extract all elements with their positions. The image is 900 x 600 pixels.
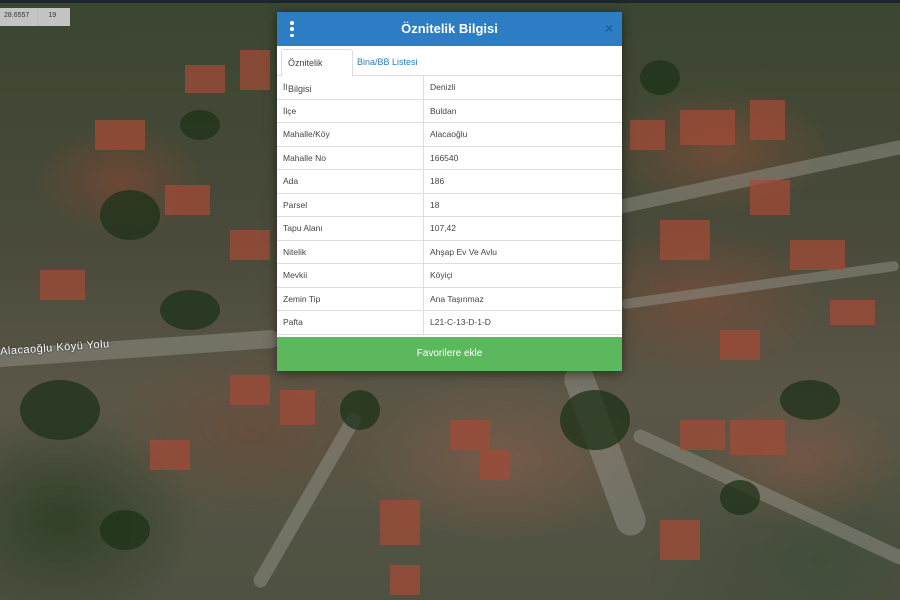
attribute-table: İl Denizli İlçe Buldan Mahalle/Köy Alacaoğl… bbox=[277, 76, 622, 335]
attribute-value: Köyiçi bbox=[423, 263, 622, 288]
map-building bbox=[790, 240, 845, 270]
add-to-favorites-button[interactable]: Favorilere ekle bbox=[277, 337, 622, 371]
map-tree bbox=[100, 190, 160, 240]
tab-building-list[interactable]: Bina/BB Listesi bbox=[351, 49, 424, 75]
map-road bbox=[560, 360, 650, 540]
map-building bbox=[240, 50, 270, 90]
map-building bbox=[390, 565, 420, 595]
map-building bbox=[230, 230, 270, 260]
map-building bbox=[630, 120, 665, 150]
table-row: Mahalle No 166540 bbox=[277, 146, 622, 170]
map-building bbox=[730, 420, 785, 455]
coordinate-readout: 28.6557 19 bbox=[0, 8, 71, 26]
map-tree bbox=[780, 380, 840, 420]
table-row: Parsel 18 bbox=[277, 193, 622, 217]
map-building bbox=[680, 420, 725, 450]
map-building bbox=[280, 390, 315, 425]
attribute-info-dialog: Öznitelik Bilgisi × Öznitelik Bilgisi Bi… bbox=[277, 12, 622, 371]
map-building bbox=[150, 440, 190, 470]
map-tree bbox=[340, 390, 380, 430]
attribute-value: 18 bbox=[423, 193, 622, 217]
map-tree bbox=[560, 390, 630, 450]
top-bar bbox=[0, 0, 900, 3]
attribute-key: İlçe bbox=[277, 99, 424, 123]
attribute-key: Mahalle/Köy bbox=[277, 122, 424, 147]
map-building bbox=[830, 300, 875, 325]
map-building bbox=[165, 185, 210, 215]
map-tree bbox=[20, 380, 100, 440]
map-road bbox=[250, 409, 364, 591]
map-building bbox=[660, 520, 700, 560]
map-building bbox=[750, 100, 785, 140]
attribute-value: Denizli bbox=[423, 76, 622, 100]
attribute-value: Ana Taşınmaz bbox=[423, 287, 622, 311]
table-row: Nitelik Ahşap Ev Ve Avlu bbox=[277, 240, 622, 264]
dialog-tabs: Öznitelik Bilgisi Bina/BB Listesi bbox=[277, 46, 622, 94]
attribute-value: 186 bbox=[423, 169, 622, 194]
attribute-value: L21-C-13-D-1-D bbox=[423, 310, 622, 335]
attribute-key: Parsel bbox=[277, 193, 424, 217]
map-building bbox=[230, 375, 270, 405]
map-building bbox=[680, 110, 735, 145]
attribute-value: 166540 bbox=[423, 146, 622, 170]
map-tree bbox=[180, 110, 220, 140]
map-building bbox=[750, 180, 790, 215]
attribute-key: Mahalle No bbox=[277, 146, 424, 170]
table-row: İl Denizli bbox=[277, 76, 622, 100]
map-building bbox=[40, 270, 85, 300]
table-row: Pafta L21-C-13-D-1-D bbox=[277, 310, 622, 335]
attribute-value: Ahşap Ev Ve Avlu bbox=[423, 240, 622, 264]
map-building bbox=[450, 420, 490, 450]
map-tree bbox=[100, 510, 150, 550]
table-row: Mahalle/Köy Alacaoğlu bbox=[277, 122, 622, 147]
table-row: Mevkii Köyiçi bbox=[277, 263, 622, 288]
map-building bbox=[480, 450, 510, 480]
dialog-title: Öznitelik Bilgisi bbox=[401, 21, 498, 36]
zoom-readout: 19 bbox=[48, 12, 57, 19]
attribute-key: Mevkii bbox=[277, 263, 424, 288]
attribute-key: Nitelik bbox=[277, 240, 424, 264]
attribute-value: 107,42 bbox=[423, 216, 622, 241]
attribute-key: Tapu Alanı bbox=[277, 216, 424, 241]
map-building bbox=[185, 65, 225, 93]
attribute-value: Alacaoğlu bbox=[423, 122, 622, 147]
table-row: Ada 186 bbox=[277, 169, 622, 194]
map-tree bbox=[160, 290, 220, 330]
map-tree bbox=[720, 480, 760, 515]
table-row: Tapu Alanı 107,42 bbox=[277, 216, 622, 241]
tab-attribute-info[interactable]: Öznitelik Bilgisi bbox=[281, 49, 353, 94]
map-building bbox=[720, 330, 760, 360]
map-tree bbox=[640, 60, 680, 95]
table-row: İlçe Buldan bbox=[277, 99, 622, 123]
table-row: Zemin Tip Ana Taşınmaz bbox=[277, 287, 622, 311]
map-building bbox=[660, 220, 710, 260]
attribute-key: Ada bbox=[277, 169, 424, 194]
attribute-key: Pafta bbox=[277, 310, 424, 335]
close-icon[interactable]: × bbox=[605, 20, 613, 36]
dialog-header: Öznitelik Bilgisi × bbox=[277, 12, 622, 46]
attribute-value: Buldan bbox=[423, 99, 622, 123]
map-building bbox=[95, 120, 145, 150]
attribute-key: Zemin Tip bbox=[277, 287, 424, 311]
longitude-readout: 28.6557 bbox=[0, 8, 39, 26]
map-building bbox=[380, 500, 420, 545]
